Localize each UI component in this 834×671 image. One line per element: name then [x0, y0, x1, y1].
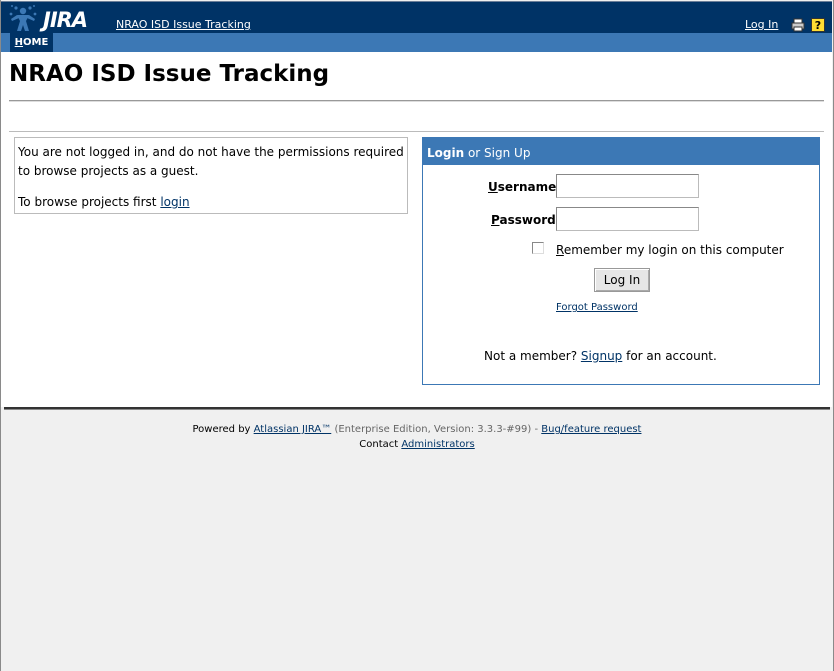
contact-line: Contact Administrators — [0, 437, 834, 452]
forgot-password-link[interactable]: Forgot Password — [556, 302, 638, 313]
password-input[interactable] — [556, 207, 699, 231]
contact-prefix: Contact — [359, 439, 402, 450]
username-accesskey: U — [488, 180, 498, 194]
browse-instruction: To browse projects first login — [18, 193, 404, 212]
signup-prefix: Not a member? — [484, 349, 581, 363]
administrators-link[interactable]: Administrators — [401, 439, 474, 450]
powered-prefix: Powered by — [192, 424, 254, 435]
remember-me-label[interactable]: Remember my login on this computer — [556, 243, 784, 257]
nav-bar: HOME — [1, 33, 832, 52]
guest-message: You are not logged in, and do not have t… — [18, 145, 404, 178]
footer-divider — [4, 407, 830, 410]
remember-accesskey: R — [556, 243, 564, 257]
nav-home-accesskey: H — [14, 37, 24, 48]
login-panel: Login or Sign Up Username Password Remem… — [422, 137, 820, 385]
username-input[interactable] — [556, 174, 699, 198]
login-heading: Login — [427, 146, 465, 160]
print-icon[interactable] — [791, 17, 805, 32]
powered-by-line: Powered by Atlassian JIRA™ (Enterprise E… — [0, 422, 834, 437]
jira-logo-icon — [9, 5, 37, 31]
edition-info: (Enterprise Edition, Version: 3.3.3-#99)… — [331, 424, 542, 435]
footer: Powered by Atlassian JIRA™ (Enterprise E… — [0, 422, 834, 452]
password-label-text: assword — [499, 213, 556, 227]
remember-me-checkbox[interactable] — [532, 242, 544, 254]
top-header: JIRA NRAO ISD Issue Tracking Log In ? — [1, 1, 832, 33]
title-divider — [9, 100, 824, 102]
guest-message-box: You are not logged in, and do not have t… — [14, 137, 408, 214]
signup-suffix: for an account. — [622, 349, 717, 363]
browse-prefix: To browse projects first — [18, 195, 161, 209]
bug-request-link[interactable]: Bug/feature request — [541, 424, 641, 435]
browse-login-link[interactable]: login — [160, 195, 189, 209]
login-panel-header: Login or Sign Up — [423, 138, 819, 165]
svg-text:?: ? — [815, 19, 821, 32]
jira-logo[interactable]: JIRA — [7, 5, 88, 33]
nav-home-label: OME — [23, 37, 49, 48]
password-label: Password — [491, 213, 556, 227]
header-login-link[interactable]: Log In — [745, 18, 778, 31]
login-button[interactable]: Log In — [594, 268, 650, 292]
username-label-text: sername — [497, 180, 557, 194]
help-icon[interactable]: ? — [811, 17, 825, 32]
username-label: Username — [488, 180, 556, 194]
signup-prompt: Not a member? Signup for an account. — [484, 349, 717, 363]
nav-home-tab[interactable]: HOME — [10, 33, 53, 52]
remember-label-text: emember my login on this computer — [563, 243, 784, 257]
signup-heading: or Sign Up — [464, 146, 531, 160]
site-title-link[interactable]: NRAO ISD Issue Tracking — [116, 18, 251, 31]
logo-text: JIRA — [43, 8, 88, 32]
content-divider — [9, 131, 824, 132]
page-title: NRAO ISD Issue Tracking — [9, 61, 330, 87]
signup-link[interactable]: Signup — [581, 349, 622, 363]
jira-product-link[interactable]: Atlassian JIRA™ — [254, 424, 332, 435]
